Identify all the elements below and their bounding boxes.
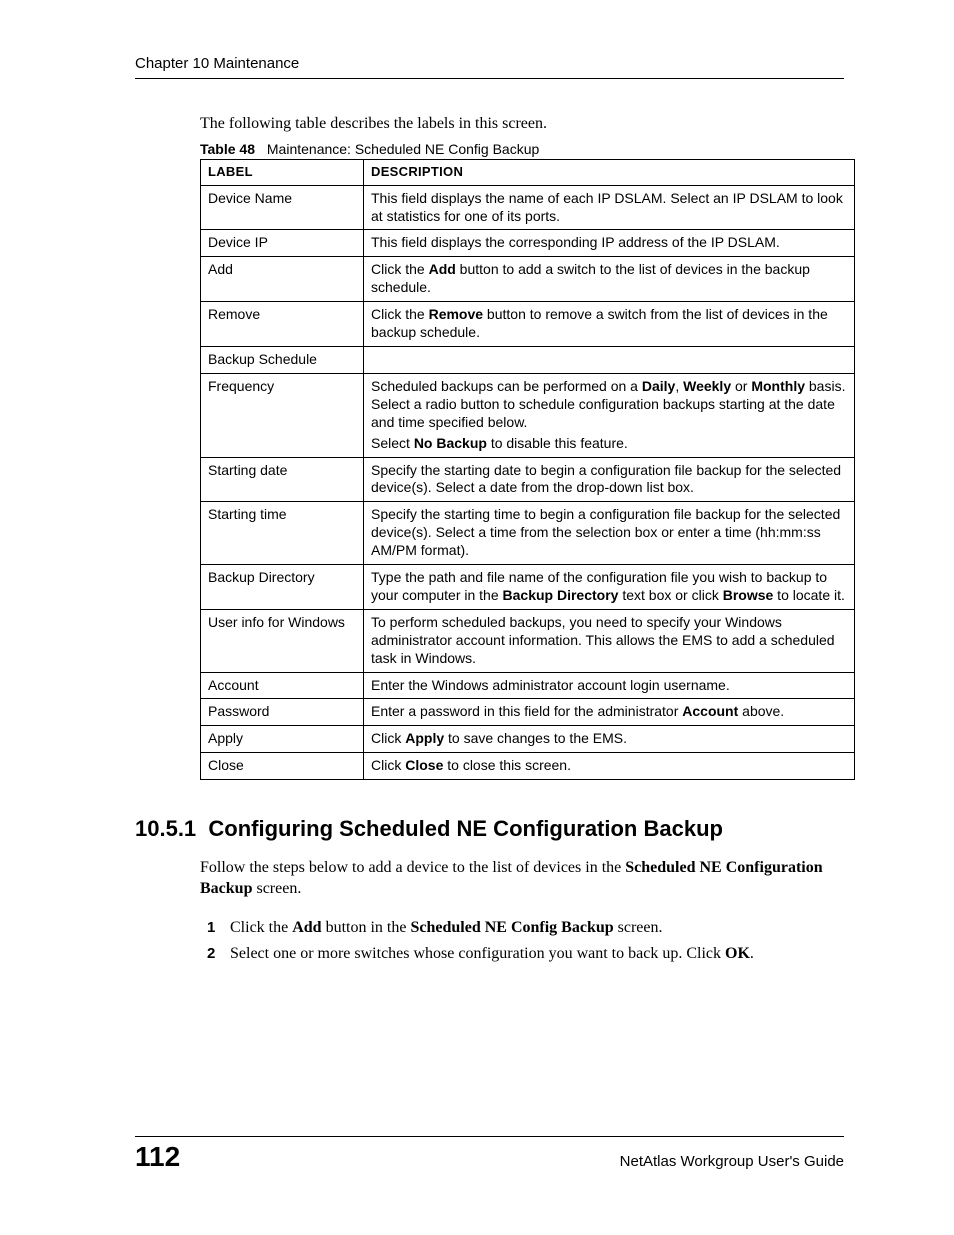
table-row: Starting dateSpecify the starting date t… (201, 457, 855, 502)
row-description: This field displays the name of each IP … (364, 185, 855, 230)
table-caption: Table 48 Maintenance: Scheduled NE Confi… (200, 141, 844, 157)
section-heading: 10.5.1 Configuring Scheduled NE Configur… (135, 816, 844, 842)
row-description: Specify the starting time to begin a con… (364, 502, 855, 565)
table-row: Starting timeSpecify the starting time t… (201, 502, 855, 565)
guide-title: NetAtlas Workgroup User's Guide (620, 1153, 844, 1170)
row-label: User info for Windows (201, 609, 364, 672)
intro-text: The following table describes the labels… (200, 115, 844, 133)
table-row: Backup Schedule (201, 346, 855, 373)
table-header-row: LABEL DESCRIPTION (201, 160, 855, 186)
steps-list: Click the Add button in the Scheduled NE… (200, 916, 844, 966)
row-label: Starting time (201, 502, 364, 565)
row-label: Starting date (201, 457, 364, 502)
row-label: Close (201, 753, 364, 780)
section-number: 10.5.1 (135, 816, 196, 841)
table-row: Device NameThis field displays the name … (201, 185, 855, 230)
row-label: Apply (201, 726, 364, 753)
row-description: Click the Add button to add a switch to … (364, 257, 855, 302)
table-number: Table 48 (200, 141, 255, 157)
table-row: AccountEnter the Windows administrator a… (201, 672, 855, 699)
description-table: LABEL DESCRIPTION Device NameThis field … (200, 159, 855, 780)
table-row: Backup DirectoryType the path and file n… (201, 565, 855, 610)
table-row: PasswordEnter a password in this field f… (201, 699, 855, 726)
table-row: User info for WindowsTo perform schedule… (201, 609, 855, 672)
row-label: Remove (201, 302, 364, 347)
step-item: Click the Add button in the Scheduled NE… (200, 916, 844, 940)
step-item: Select one or more switches whose config… (200, 942, 844, 966)
row-label: Backup Directory (201, 565, 364, 610)
footer-rule (135, 1136, 844, 1137)
col-header-label: LABEL (201, 160, 364, 186)
table-row: AddClick the Add button to add a switch … (201, 257, 855, 302)
row-description: Specify the starting date to begin a con… (364, 457, 855, 502)
table-row: Device IPThis field displays the corresp… (201, 230, 855, 257)
header-rule (135, 78, 844, 79)
row-label: Frequency (201, 373, 364, 457)
col-header-description: DESCRIPTION (364, 160, 855, 186)
row-description: Enter a password in this field for the a… (364, 699, 855, 726)
table-row: FrequencyScheduled backups can be perfor… (201, 373, 855, 457)
row-description: To perform scheduled backups, you need t… (364, 609, 855, 672)
row-description: Type the path and file name of the confi… (364, 565, 855, 610)
table-row: CloseClick Close to close this screen. (201, 753, 855, 780)
table-row: RemoveClick the Remove button to remove … (201, 302, 855, 347)
row-description: Click the Remove button to remove a swit… (364, 302, 855, 347)
chapter-header: Chapter 10 Maintenance (135, 55, 844, 72)
row-description: Click Close to close this screen. (364, 753, 855, 780)
row-label: Add (201, 257, 364, 302)
page-number: 112 (135, 1141, 180, 1173)
section-title: Configuring Scheduled NE Configuration B… (208, 816, 723, 841)
table-row: ApplyClick Apply to save changes to the … (201, 726, 855, 753)
row-description: This field displays the corresponding IP… (364, 230, 855, 257)
row-description (364, 346, 855, 373)
row-description: Scheduled backups can be performed on a … (364, 373, 855, 457)
row-description: Click Apply to save changes to the EMS. (364, 726, 855, 753)
row-label: Device IP (201, 230, 364, 257)
row-label: Account (201, 672, 364, 699)
section-paragraph: Follow the steps below to add a device t… (200, 858, 844, 900)
row-label: Device Name (201, 185, 364, 230)
page-footer: 112 NetAtlas Workgroup User's Guide (135, 1136, 844, 1173)
row-label: Password (201, 699, 364, 726)
row-label: Backup Schedule (201, 346, 364, 373)
table-title: Maintenance: Scheduled NE Config Backup (267, 141, 539, 157)
row-description: Enter the Windows administrator account … (364, 672, 855, 699)
